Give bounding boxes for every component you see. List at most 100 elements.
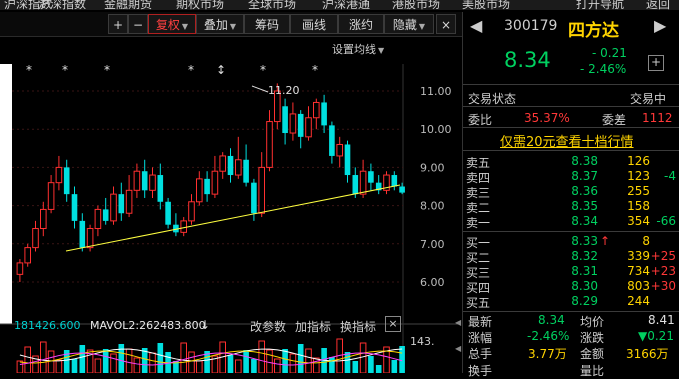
- candle-body: [165, 201, 171, 225]
- price-axis: 11.00 10.00 9.00 8.00 7.00 6.00: [420, 85, 452, 289]
- event-marker-icon[interactable]: *: [26, 63, 32, 77]
- fuquan-button[interactable]: 复权 ▼: [148, 14, 196, 34]
- level-volume: 8: [642, 234, 650, 248]
- candle-body: [204, 178, 210, 195]
- level-delta: +23: [650, 264, 676, 278]
- candle-body: [24, 247, 31, 264]
- event-marker-icon[interactable]: *: [260, 63, 266, 77]
- level10-link[interactable]: 仅需20元查看十档行情: [500, 131, 634, 150]
- add-watchlist-button[interactable]: +: [648, 55, 664, 71]
- candle-body: [289, 113, 297, 134]
- volume-bar: [368, 356, 374, 373]
- candle-body: [336, 143, 343, 157]
- candle-body: [266, 121, 273, 168]
- nav-item[interactable]: 美股市场: [462, 0, 510, 10]
- buy-row: 买三 8.31 734 +23: [466, 264, 676, 280]
- nav-item[interactable]: 全球市场: [248, 0, 296, 10]
- volume-bar: [352, 361, 359, 373]
- chevron-down-icon: ▼: [418, 22, 426, 31]
- candle-body: [227, 155, 234, 176]
- volume-bar: [399, 346, 405, 373]
- weibi-label: 委比: [468, 113, 493, 127]
- close-indicator-button[interactable]: ×: [385, 316, 401, 332]
- turnover-label: 换手: [468, 364, 493, 378]
- next-stock-button[interactable]: ▶: [654, 16, 666, 35]
- candle-body: [368, 171, 374, 183]
- price-change: - 0.21: [592, 46, 627, 60]
- change-params-button[interactable]: 改参数: [250, 318, 286, 335]
- candle-body: [157, 175, 164, 202]
- volume-bar: [40, 341, 47, 373]
- volume-bar: [149, 352, 156, 373]
- divider: [463, 127, 679, 128]
- sell-row: 卖二 8.35 158: [466, 199, 676, 215]
- nav-item[interactable]: 沪深指数: [38, 0, 86, 10]
- collapse-arrow-icon[interactable]: ◀: [455, 344, 462, 360]
- level-delta: -4: [664, 169, 676, 183]
- event-marker-icon[interactable]: *: [104, 63, 110, 77]
- level-price: 8.36: [571, 184, 598, 198]
- volume-bar: [297, 344, 304, 373]
- chg-value: ▼0.21: [638, 329, 674, 343]
- nav-item[interactable]: 返回: [646, 0, 670, 10]
- prev-stock-button[interactable]: ◀: [470, 16, 482, 35]
- level-delta: +30: [650, 279, 676, 293]
- candle-body: [86, 228, 94, 249]
- peak-label: 11.20: [268, 84, 300, 97]
- event-marker-icon[interactable]: *: [62, 63, 68, 77]
- volume-bar: [289, 353, 297, 373]
- level-price: 8.32: [571, 249, 598, 263]
- collapse-arrow-icon[interactable]: ◀: [455, 318, 462, 334]
- volume-bar: [55, 359, 63, 373]
- buy-row: 买二 8.32 339 +25: [466, 249, 676, 265]
- draw-line-button[interactable]: 画线: [290, 14, 338, 34]
- chips-button[interactable]: 筹码: [244, 14, 290, 34]
- overlay-button[interactable]: 叠加 ▼: [196, 14, 244, 34]
- price-tick-label: 7.00: [420, 238, 445, 251]
- volume-bar: [344, 352, 351, 373]
- add-indicator-button[interactable]: 加指标: [295, 318, 331, 335]
- zoom-in-button[interactable]: +: [108, 14, 128, 34]
- volume-ratio-label: 量比: [580, 364, 605, 378]
- nav-item[interactable]: 金融期货: [104, 0, 152, 10]
- hide-button[interactable]: 隐藏 ▼: [384, 14, 434, 34]
- zoom-out-button[interactable]: −: [128, 14, 148, 34]
- switch-indicator-button[interactable]: 换指标: [340, 318, 376, 335]
- volume-bar: [282, 349, 288, 373]
- amount-value: 3166万: [626, 347, 669, 361]
- candle-body: [359, 170, 367, 195]
- volume-bar: [258, 340, 265, 373]
- volume-bar: [329, 357, 335, 373]
- event-marker-icon[interactable]: *: [312, 63, 318, 77]
- nav-item[interactable]: 港股市场: [392, 0, 440, 10]
- candle-body: [219, 155, 226, 172]
- price-tick-label: 8.00: [420, 200, 445, 213]
- candle-body: [79, 220, 86, 248]
- candle-body: [47, 182, 55, 210]
- chart-toolbar: + − 复权 ▼ 叠加 ▼ 筹码 画线 涨约 隐藏 ▼ ×: [0, 12, 462, 37]
- buy-row: 买四 8.30 803 +30: [466, 279, 676, 295]
- sell-row: 卖五 8.38 126: [466, 154, 676, 170]
- volume-bar: [359, 342, 367, 373]
- candle-body: [313, 101, 320, 119]
- volume-bar: [24, 346, 31, 373]
- candle-body: [110, 193, 117, 222]
- volume-bar: [251, 359, 257, 373]
- sell-row: 卖三 8.36 255: [466, 184, 676, 200]
- weibi-value: 35.37%: [524, 111, 570, 125]
- nav-item[interactable]: 沪深港通: [322, 0, 370, 10]
- status-label: 交易状态: [468, 92, 517, 106]
- close-button[interactable]: ×: [436, 14, 456, 34]
- nav-item[interactable]: 打开导航: [576, 0, 624, 10]
- candle-body: [63, 167, 70, 195]
- nav-item[interactable]: 期权市场: [176, 0, 224, 10]
- top-navigation: 沪深指数 沪深指数 金融期货 期权市场 全球市场 沪深港通 港股市场 美股市场 …: [0, 0, 679, 10]
- candle-body: [196, 178, 203, 203]
- mavol-dropdown-icon[interactable]: ↓: [200, 318, 210, 332]
- volume-bar: [375, 365, 382, 373]
- agreement-button[interactable]: 涨约: [338, 14, 384, 34]
- candle-body: [399, 186, 405, 193]
- event-marker-icon[interactable]: ↕: [216, 63, 226, 77]
- event-marker-icon[interactable]: *: [188, 63, 194, 77]
- candle-body: [297, 113, 304, 137]
